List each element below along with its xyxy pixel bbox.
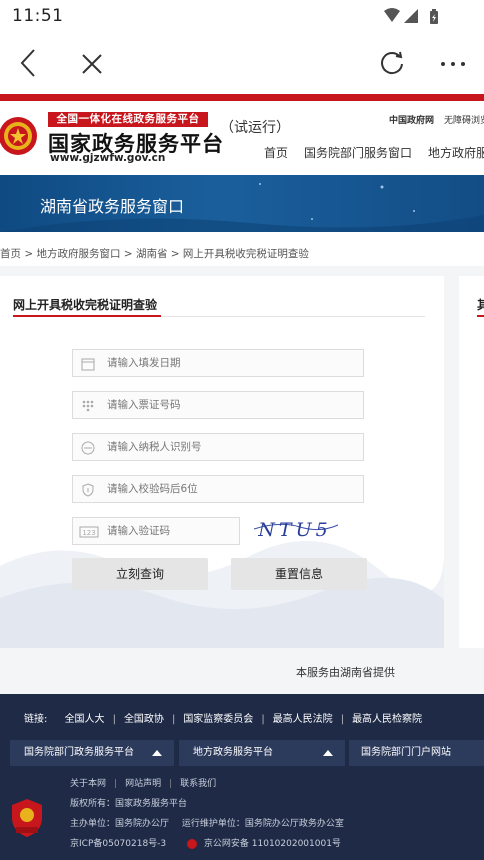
ticket-number-field[interactable] [72, 391, 364, 419]
keypad-icon [82, 400, 94, 412]
form-title: 网上开具税收完税证明查验 [13, 298, 158, 312]
link-contact[interactable]: 联系我们 [180, 779, 216, 789]
status-icons [384, 8, 438, 24]
nav-home[interactable]: 首页 [264, 146, 288, 160]
nav-state-council[interactable]: 国务院部门服务窗口 [304, 146, 412, 160]
region-title: 湖南省政务服务窗口 [40, 197, 185, 216]
ticket-number-input[interactable] [107, 392, 357, 418]
reset-button[interactable]: 重置信息 [231, 558, 367, 590]
main-nav: 首页 国务院部门服务窗口 地方政府服务窗口 [264, 144, 484, 161]
party-gov-badge-icon[interactable] [10, 798, 44, 838]
link-about[interactable]: 关于本网 [70, 779, 106, 789]
side-card-underline [477, 315, 484, 317]
link-supervision[interactable]: 国家监察委员会 [183, 714, 253, 725]
link-procuratorate[interactable]: 最高人民检察院 [352, 714, 422, 725]
status-bar: 11:51 [0, 0, 484, 32]
platform-banner: 全国一体化在线政务服务平台 [48, 112, 208, 127]
dropdown-label: 国务院部门政务服务平台 [24, 747, 134, 758]
link-npc[interactable]: 全国人大 [65, 714, 105, 725]
caret-up-icon [323, 750, 333, 756]
wifi-icon [384, 8, 400, 22]
link-court[interactable]: 最高人民法院 [273, 714, 333, 725]
dropdown-label: 地方政务服务平台 [193, 747, 273, 758]
dropdown-label: 国务院部门门户网站 [361, 747, 451, 758]
issue-date-input[interactable] [107, 350, 357, 376]
dropdown-portal-sites[interactable]: 国务院部门门户网站 [349, 740, 484, 766]
registration-line: 京ICP备05070218号-3 京公网安备 11010202001001号 [70, 836, 341, 849]
site-footer: 链接: 全国人大 | 全国政协 | 国家监察委员会 | 最高人民法院 | 最高人民检察院 国务院… [0, 694, 484, 860]
query-card: 网上开具税收完税证明查验 123 立刻查询 重置信息 [0, 276, 444, 648]
captcha-icon: 123 [79, 526, 99, 538]
back-icon[interactable] [18, 48, 40, 78]
captcha-input[interactable] [107, 518, 232, 544]
browser-toolbar [0, 32, 484, 94]
check-code-field[interactable] [72, 475, 364, 503]
side-card-title: 其 [477, 298, 484, 312]
organizer-line: 主办单位：国务院办公厅 运行维护单位：国务院办公厅政务办公室 [70, 816, 344, 829]
more-icon[interactable] [440, 60, 468, 68]
status-time: 11:51 [12, 6, 64, 26]
link-cppcc[interactable]: 全国政协 [124, 714, 164, 725]
copyright: 版权所有：国家政务服务平台 [70, 799, 188, 809]
signal-icon [404, 9, 418, 23]
organizer: 主办单位：国务院办公厅 [70, 819, 170, 829]
breadcrumb[interactable]: 首页 > 地方政府服务窗口 > 湖南省 > 网上开具税收完税证明查验 [0, 246, 309, 261]
trial-label: （试运行） [220, 120, 290, 136]
title-underline [13, 315, 161, 317]
icp-number[interactable]: 京ICP备05070218号-3 [70, 839, 166, 849]
taxpayer-id-field[interactable] [72, 433, 364, 461]
region-banner: 湖南省政务服务窗口 [0, 175, 484, 232]
reload-icon[interactable] [378, 49, 406, 77]
link-statement[interactable]: 网站声明 [125, 779, 161, 789]
dropdown-local-platforms[interactable]: 地方政务服务平台 [179, 740, 345, 766]
captcha-text: NTU5 [257, 519, 331, 541]
footer-bottom-links: 关于本网 | 网站声明 | 联系我们 [70, 779, 217, 789]
nav-local-gov[interactable]: 地方政府服务窗口 [428, 146, 484, 160]
close-icon[interactable] [80, 52, 104, 76]
svg-text:123: 123 [82, 529, 95, 537]
calendar-icon [81, 358, 95, 371]
maintainer: 运行维护单位：国务院办公厅政务办公室 [181, 819, 344, 829]
service-provider: 本服务由湖南省提供 [296, 666, 395, 679]
site-url: www.gjzwfw.gov.cn [50, 152, 166, 164]
caret-up-icon [152, 750, 162, 756]
top-red-rule [0, 94, 484, 101]
site-header: 全国一体化在线政务服务平台 国家政务服务平台 www.gjzwfw.gov.cn… [0, 101, 484, 175]
check-code-input[interactable] [107, 476, 357, 502]
id-icon [81, 441, 95, 455]
footer-links: 链接: 全国人大 | 全国政协 | 国家监察委员会 | 最高人民法院 | 最高人民检察院 [24, 714, 423, 725]
side-card: 其 [459, 276, 484, 648]
query-button[interactable]: 立刻查询 [72, 558, 208, 590]
captcha-field[interactable]: 123 [72, 517, 240, 545]
taxpayer-id-input[interactable] [107, 434, 357, 460]
links-label: 链接: [24, 714, 48, 725]
captcha-image[interactable]: NTU5 [250, 515, 340, 545]
gov-site-link[interactable]: 中国政府网 [389, 113, 434, 126]
shield-icon [82, 483, 94, 497]
police-record[interactable]: 京公网安备 11010202001001号 [204, 839, 341, 849]
accessibility-link[interactable]: 无障碍浏览 [444, 113, 484, 126]
dropdown-state-council-platforms[interactable]: 国务院部门政务服务平台 [10, 740, 174, 766]
issue-date-field[interactable] [72, 349, 364, 377]
police-badge-icon [187, 838, 198, 849]
national-emblem-icon[interactable] [0, 112, 38, 160]
